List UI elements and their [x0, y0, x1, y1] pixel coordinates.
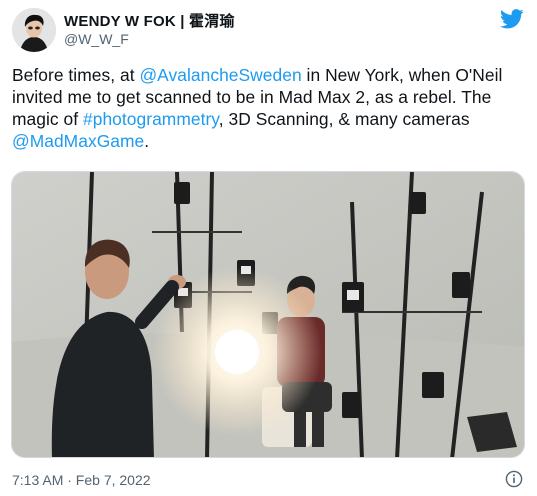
author-handle[interactable]: @W_W_F [64, 31, 129, 47]
hashtag-photogrammetry-link[interactable]: #photogrammetry [83, 109, 219, 129]
tweet-card: WENDY W FOK | 霍渭瑜 @W_W_F Before times, a… [0, 0, 537, 496]
tweet-text-part: . [144, 131, 150, 151]
info-icon[interactable] [505, 470, 523, 488]
mention-avalanchesweden-link[interactable]: @AvalancheSweden [139, 65, 301, 85]
tweet-text-part: Before times, at [12, 65, 140, 85]
avatar-image [12, 8, 56, 52]
author-display-name[interactable]: WENDY W FOK | 霍渭瑜 [64, 10, 235, 31]
mention-madmaxgame-link[interactable]: @MadMaxGame [12, 131, 144, 151]
twitter-bird-icon[interactable] [500, 8, 524, 30]
photo-image [12, 172, 524, 457]
tweet-text: Before times, at @AvalancheSweden in New… [12, 64, 527, 152]
tweet-timestamp[interactable]: 7:13 AM · Feb 7, 2022 [12, 472, 151, 488]
tweet-text-part: , 3D Scanning, & many cameras [218, 109, 470, 129]
author-avatar[interactable] [12, 8, 56, 52]
tweet-photo[interactable] [11, 171, 525, 458]
